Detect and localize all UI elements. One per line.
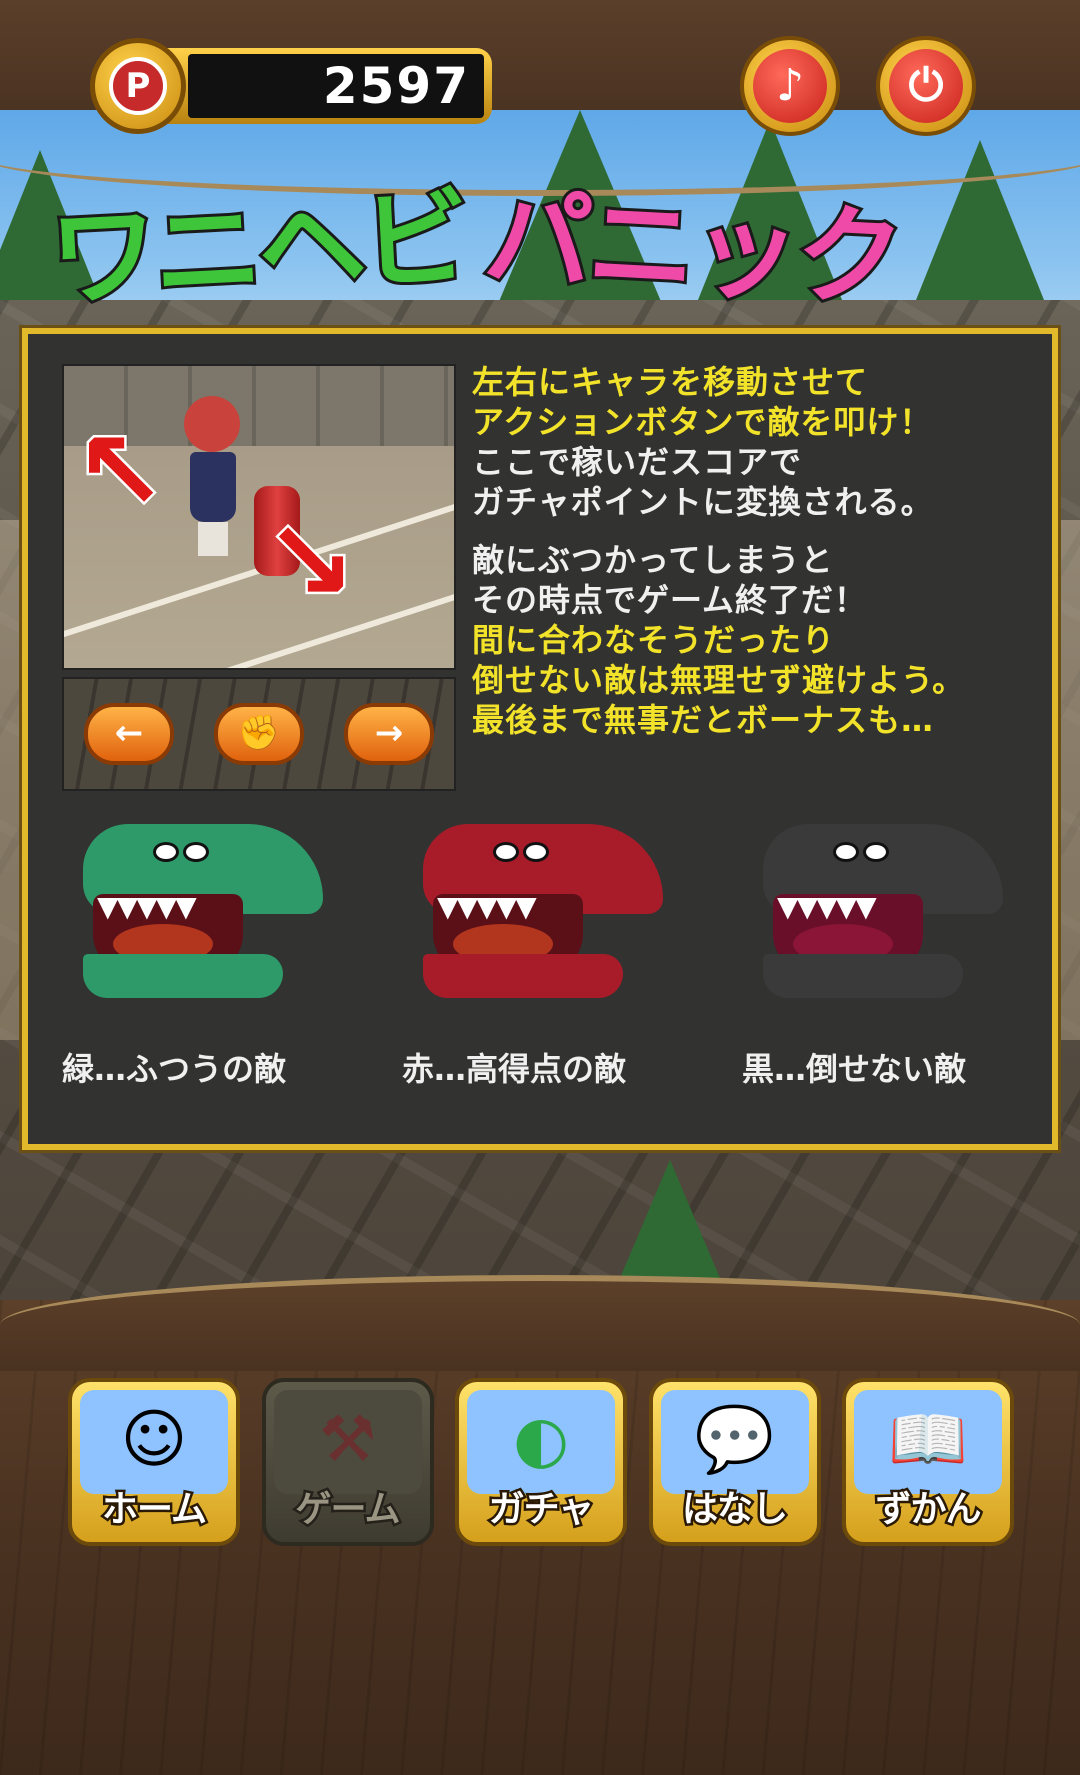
instruction-line: 敵にぶつかってしまうと bbox=[472, 541, 834, 579]
right-arrow-icon: → bbox=[344, 703, 434, 765]
music-button[interactable]: ♪ bbox=[740, 36, 840, 136]
nav-label: ゲーム bbox=[293, 1487, 403, 1533]
demo-controls: ← ✊ → bbox=[62, 677, 456, 791]
points-letter: P bbox=[109, 57, 167, 115]
enemy-label: 黒…倒せない敵 bbox=[742, 1050, 967, 1088]
book-icon: 📖 bbox=[888, 1403, 968, 1477]
speech-bubble-icon: 💬 bbox=[694, 1403, 775, 1477]
hammer-icon: ⚒ bbox=[318, 1403, 377, 1477]
nav-label: ガチャ bbox=[486, 1487, 597, 1533]
points-coin-icon: P bbox=[90, 38, 186, 134]
instruction-line: ここで稼いだスコアで bbox=[472, 443, 803, 481]
arrow-downright-icon: ↘ bbox=[261, 497, 358, 625]
instruction-line: ガチャポイントに変換される。 bbox=[472, 483, 934, 521]
nav-gacha-button[interactable]: ◐ ガチャ bbox=[455, 1378, 627, 1546]
instruction-line: アクションボタンで敵を叩け！ bbox=[472, 403, 933, 441]
left-arrow-icon: ← bbox=[84, 703, 174, 765]
demo-lane-line bbox=[64, 581, 454, 668]
instructions-text: 左右にキャラを移動させて アクションボタンで敵を叩け！ ここで稼いだスコアで ガ… bbox=[472, 362, 1052, 740]
red-croc-icon: ▼▼▼▼▼ bbox=[403, 804, 683, 1004]
music-note-icon: ♪ bbox=[753, 49, 827, 123]
instructions-panel: ↖ ↘ ← ✊ → 左右にキャラを移動させて アクションボタンで敵を叩け！ ここ… bbox=[19, 325, 1061, 1153]
enemy-green: ▼▼▼▼▼ 緑…ふつうの敵 bbox=[48, 804, 358, 1124]
points-field: 2597 bbox=[162, 48, 492, 124]
enemy-list: ▼▼▼▼▼ 緑…ふつうの敵 ▼▼▼▼▼ 赤…高得点の敵 ▼▼▼▼▼ 黒…倒せない… bbox=[48, 804, 1038, 1124]
enemy-label: 緑…ふつうの敵 bbox=[62, 1050, 287, 1088]
power-button[interactable]: ⏻ bbox=[876, 36, 976, 136]
points-value: 2597 bbox=[188, 54, 484, 118]
instruction-line: 間に合わなそうだったり bbox=[472, 621, 836, 659]
nav-collection-button[interactable]: 📖 ずかん bbox=[842, 1378, 1014, 1546]
enemy-red: ▼▼▼▼▼ 赤…高得点の敵 bbox=[388, 804, 698, 1124]
player-character bbox=[184, 396, 244, 556]
nav-game-button[interactable]: ⚒ ゲーム bbox=[261, 1378, 434, 1546]
bottom-navigation: ☺ ホーム ⚒ ゲーム ◐ ガチャ 💬 はなし 📖 ずかん bbox=[68, 1378, 1014, 1546]
hammer-icon: ✊ bbox=[214, 703, 304, 765]
logo-text-green: ワニヘビ bbox=[44, 173, 472, 326]
instruction-line: 倒せない敵は無理せず避けよう。 bbox=[472, 661, 966, 699]
nav-label: はなし bbox=[679, 1487, 790, 1533]
power-icon: ⏻ bbox=[889, 49, 963, 123]
character-icon: ☺ bbox=[120, 1403, 188, 1477]
instruction-line: 左右にキャラを移動させて bbox=[472, 363, 869, 401]
black-croc-icon: ▼▼▼▼▼ bbox=[743, 804, 1023, 1004]
logo-text-pink: パニック bbox=[478, 173, 906, 326]
nav-label: ホーム bbox=[100, 1487, 210, 1533]
nav-label: ずかん bbox=[873, 1487, 984, 1533]
capsule-icon: ◐ bbox=[513, 1403, 569, 1477]
game-title-logo: ワニヘビ パニック bbox=[44, 173, 1030, 326]
gameplay-screenshot: ↖ ↘ bbox=[62, 364, 456, 670]
instruction-line: 最後まで無事だとボーナスも… bbox=[472, 701, 935, 739]
nav-story-button[interactable]: 💬 はなし bbox=[648, 1378, 821, 1546]
nav-home-button[interactable]: ☺ ホーム bbox=[68, 1378, 240, 1546]
points-display: P 2597 bbox=[90, 38, 510, 134]
enemy-label: 赤…高得点の敵 bbox=[402, 1050, 627, 1088]
instruction-line: その時点でゲーム終了だ！ bbox=[472, 581, 868, 619]
arrow-upleft-icon: ↖ bbox=[71, 407, 168, 535]
green-croc-icon: ▼▼▼▼▼ bbox=[63, 804, 343, 1004]
wood-frame-bottom bbox=[0, 1275, 1080, 1371]
enemy-black: ▼▼▼▼▼ 黒…倒せない敵 bbox=[728, 804, 1038, 1124]
